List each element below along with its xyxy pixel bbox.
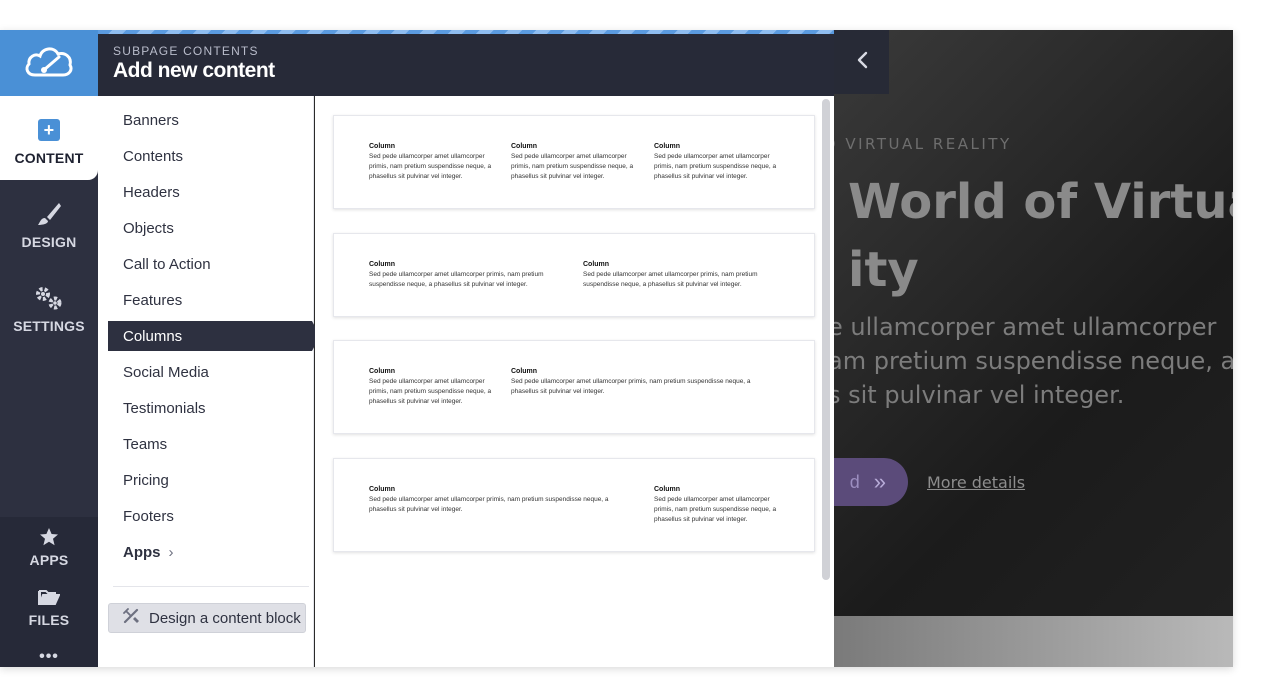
category-headers[interactable]: Headers — [108, 177, 312, 207]
category-features[interactable]: Features — [108, 285, 312, 315]
category-testimonials[interactable]: Testimonials — [108, 393, 312, 423]
hero-text-line-3: s sit pulvinar vel integer. — [834, 381, 1125, 409]
template-card-three-columns[interactable]: Column Sed pede ullamcorper amet ullamcor… — [333, 115, 815, 209]
category-apps-label: Apps — [123, 543, 161, 561]
divider — [113, 586, 309, 587]
column-heading: Column — [369, 368, 396, 375]
design-tools-icon — [123, 608, 141, 628]
header-subtitle: SUBPAGE CONTENTS — [113, 44, 259, 58]
column-heading: Column — [369, 261, 396, 268]
column-heading: Column — [511, 368, 538, 375]
hero-cta-label: d — [849, 471, 860, 492]
logo[interactable] — [0, 30, 98, 96]
template-column: Column Sed pede ullamcorper amet ullamcor… — [369, 367, 497, 407]
column-heading: Column — [369, 143, 396, 150]
rail-content-label: CONTENT — [14, 150, 84, 166]
rail-files[interactable]: FILES — [0, 586, 98, 648]
plus-icon: + — [38, 119, 60, 141]
rail-content[interactable]: + CONTENT — [0, 96, 98, 180]
category-call-to-action[interactable]: Call to Action — [108, 249, 312, 279]
template-card-two-thirds-one-third[interactable]: Column Sed pede ullamcorper amet ullamcor… — [333, 458, 815, 552]
chevron-left-icon — [856, 49, 868, 75]
category-banners[interactable]: Banners — [108, 105, 312, 135]
category-contents[interactable]: Contents — [108, 141, 312, 171]
rail-files-label: FILES — [28, 612, 70, 628]
column-heading: Column — [511, 143, 538, 150]
star-icon — [39, 526, 59, 548]
hero-cta-button[interactable]: d » — [834, 458, 908, 506]
template-column: Column Sed pede ullamcorper amet ullamcor… — [369, 260, 554, 290]
column-heading: Column — [654, 486, 681, 493]
category-footers[interactable]: Footers — [108, 501, 312, 531]
category-social-media[interactable]: Social Media — [108, 357, 312, 387]
column-text: Sed pede ullamcorper amet ullamcorper pr… — [369, 378, 492, 405]
design-content-block-button[interactable]: Design a content block — [108, 603, 306, 633]
design-content-block-label: Design a content block — [149, 609, 301, 627]
category-columns[interactable]: Columns — [108, 321, 320, 351]
website-preview: D VIRTUAL REALITY World of Virtua ity e … — [834, 30, 1233, 667]
chevron-right-icon: › — [168, 543, 174, 561]
hero-title-line-1: World of Virtua — [848, 174, 1233, 230]
header-stripe — [98, 30, 834, 34]
template-column: Column Sed pede ullamcorper amet ullamcor… — [511, 142, 639, 182]
rail-settings-label: SETTINGS — [13, 318, 85, 334]
category-teams[interactable]: Teams — [108, 429, 312, 459]
rail-more-button[interactable]: ••• — [0, 648, 98, 667]
hero-title-line-2: ity — [848, 242, 919, 298]
column-text: Sed pede ullamcorper amet ullamcorper pr… — [511, 378, 751, 395]
column-text: Sed pede ullamcorper amet ullamcorper pr… — [369, 153, 492, 180]
column-heading: Column — [654, 143, 681, 150]
category-objects[interactable]: Objects — [108, 213, 312, 243]
gears-icon — [33, 284, 65, 312]
folder-open-icon — [38, 586, 60, 608]
cloud-brush-logo-icon — [23, 43, 75, 84]
template-card-two-columns[interactable]: Column Sed pede ullamcorper amet ullamcor… — [333, 233, 815, 317]
column-heading: Column — [369, 486, 396, 493]
hero-bottom-band — [834, 616, 1233, 667]
collapse-panel-button[interactable] — [834, 30, 889, 94]
double-chevron-right-icon: » — [873, 469, 886, 494]
rail-apps[interactable]: APPS — [0, 526, 98, 588]
column-text: Sed pede ullamcorper amet ullamcorper pr… — [369, 496, 609, 513]
more-details-link[interactable]: More details — [927, 473, 1025, 492]
paintbrush-icon — [35, 200, 63, 228]
hero-text-line-1: e ullamcorper amet ullamcorper — [834, 313, 1217, 341]
column-text: Sed pede ullamcorper amet ullamcorper pr… — [369, 271, 544, 288]
template-card-one-third-two-thirds[interactable]: Column Sed pede ullamcorper amet ullamcor… — [333, 340, 815, 434]
hero-text-line-2: am pretium suspendisse neque, a — [834, 347, 1233, 375]
template-column: Column Sed pede ullamcorper amet ullamcor… — [654, 485, 782, 525]
column-text: Sed pede ullamcorper amet ullamcorper pr… — [654, 496, 777, 523]
template-column: Column Sed pede ullamcorper amet ullamcor… — [369, 142, 497, 182]
ellipsis-icon: ••• — [39, 648, 59, 665]
template-preview-area: Column Sed pede ullamcorper amet ullamcor… — [315, 96, 834, 667]
left-icon-rail: + CONTENT DESIGN SETTINGS APPS FILES ••• — [0, 30, 98, 667]
hero-eyebrow: D VIRTUAL REALITY — [834, 135, 1012, 153]
template-column: Column Sed pede ullamcorper amet ullamcor… — [583, 260, 768, 290]
category-list: Banners Contents Headers Objects Call to… — [98, 96, 320, 667]
template-column: Column Sed pede ullamcorper amet ullamcor… — [511, 367, 766, 397]
template-column: Column Sed pede ullamcorper amet ullamcor… — [369, 485, 624, 515]
category-pricing[interactable]: Pricing — [108, 465, 312, 495]
hero-text: e ullamcorper amet ullamcorper am pretiu… — [834, 310, 1233, 412]
column-text: Sed pede ullamcorper amet ullamcorper pr… — [583, 271, 758, 288]
category-apps[interactable]: Apps › — [108, 537, 312, 567]
scrollbar[interactable] — [822, 99, 830, 580]
rail-design[interactable]: DESIGN — [0, 180, 98, 264]
rail-apps-label: APPS — [29, 552, 69, 568]
column-text: Sed pede ullamcorper amet ullamcorper pr… — [654, 153, 777, 180]
template-column: Column Sed pede ullamcorper amet ullamcor… — [654, 142, 782, 182]
header-title: Add new content — [113, 59, 275, 82]
editor-window: D VIRTUAL REALITY World of Virtua ity e … — [0, 30, 1233, 667]
column-text: Sed pede ullamcorper amet ullamcorper pr… — [511, 153, 634, 180]
panel-header: SUBPAGE CONTENTS Add new content — [98, 30, 834, 96]
column-heading: Column — [583, 261, 610, 268]
rail-design-label: DESIGN — [21, 234, 77, 250]
rail-settings[interactable]: SETTINGS — [0, 264, 98, 348]
